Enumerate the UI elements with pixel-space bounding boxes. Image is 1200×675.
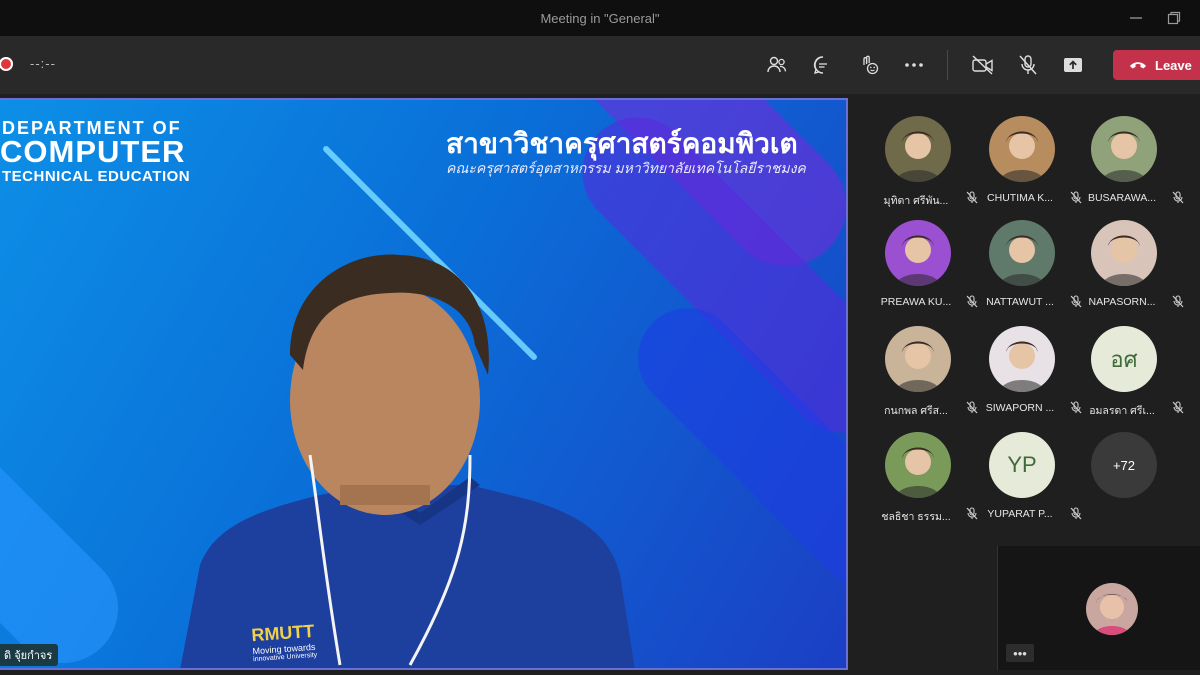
banner-line-3: TECHNICAL EDUCATION xyxy=(2,168,191,185)
participant-avatar xyxy=(989,326,1055,392)
call-toolbar: --:-- Leave xyxy=(0,36,1200,94)
participant-avatar: อศ xyxy=(1091,326,1157,392)
participant-avatar xyxy=(1091,220,1157,286)
camera-off-icon[interactable] xyxy=(971,53,995,77)
participants-icon[interactable] xyxy=(765,53,789,77)
reactions-icon[interactable] xyxy=(857,53,881,77)
participant-name: YUPARAT P... xyxy=(987,508,1053,520)
participant-tile[interactable]: ชลธิชา ธรรม... xyxy=(868,426,978,526)
participant-tile[interactable]: SIWAPORN ... xyxy=(972,320,1082,420)
mic-muted-icon xyxy=(1172,401,1184,414)
share-screen-icon[interactable] xyxy=(1061,53,1085,77)
participant-name: NAPASORN... xyxy=(1088,296,1156,308)
background-stripe xyxy=(0,424,141,668)
participant-tile[interactable]: YP YUPARAT P... xyxy=(972,426,1082,526)
chat-icon[interactable] xyxy=(811,53,835,77)
main-video-stage: DEPARTMENT OF COMPUTER TECHNICAL EDUCATI… xyxy=(0,98,848,670)
call-timer: --:-- xyxy=(30,56,56,71)
participant-name: CHUTIMA K... xyxy=(987,192,1053,204)
participant-tile[interactable]: +72 xyxy=(1074,426,1178,526)
participant-name: ชลธิชา ธรรม... xyxy=(881,511,951,523)
mic-muted-icon xyxy=(1172,191,1184,204)
participant-avatar: YP xyxy=(989,432,1055,498)
participant-tile[interactable]: BUSARAWA... xyxy=(1074,110,1184,210)
participant-name: SIWAPORN ... xyxy=(985,402,1055,414)
participant-name: BUSARAWA... xyxy=(1087,192,1157,204)
more-participants-badge[interactable]: +72 xyxy=(1091,432,1157,498)
mic-off-icon[interactable] xyxy=(1016,53,1040,77)
shirt-logo: RMUTT Moving towards innovative Universi… xyxy=(251,621,318,663)
participant-avatar xyxy=(989,220,1055,286)
self-view-tile[interactable]: ••• xyxy=(997,546,1200,670)
toolbar-divider xyxy=(947,50,948,80)
self-view-more-button[interactable]: ••• xyxy=(1006,644,1034,662)
title-bar: Meeting in "General" xyxy=(0,0,1200,36)
participant-tile[interactable]: อศอมลรดา ศรีเ... xyxy=(1074,320,1184,420)
participant-name: มุทิตา ศรีพัน... xyxy=(883,195,949,207)
banner-thai-subtitle: คณะครุศาสตร์อุตสาหกรรม มหาวิทยาลัยเทคโนโ… xyxy=(446,160,806,176)
banner-line-2: COMPUTER xyxy=(0,134,186,169)
more-options-icon[interactable] xyxy=(902,53,926,77)
participant-tile[interactable]: มุทิตา ศรีพัน... xyxy=(868,110,978,210)
participant-avatar xyxy=(989,116,1055,182)
participant-tile[interactable]: NATTAWUT ... xyxy=(972,214,1082,314)
participant-avatar xyxy=(885,326,951,392)
participant-name: อมลรดา ศรีเ... xyxy=(1089,405,1155,417)
restore-icon[interactable] xyxy=(1164,8,1184,28)
participant-name: กนกพล ศรีส... xyxy=(884,405,948,417)
speaker-figure xyxy=(180,254,635,668)
participant-tile[interactable]: กนกพล ศรีส... xyxy=(868,320,978,420)
participant-avatar xyxy=(885,116,951,182)
participant-name: PREAWA KU... xyxy=(880,296,952,308)
speaker-name-tag: ดิ จุ้ยกำจร xyxy=(0,644,59,666)
mic-muted-icon xyxy=(1172,295,1184,308)
self-avatar xyxy=(1086,583,1138,635)
participant-avatar xyxy=(885,432,951,498)
minimize-icon[interactable] xyxy=(1126,8,1146,28)
recording-indicator-icon xyxy=(0,57,13,71)
participant-tile[interactable]: NAPASORN... xyxy=(1074,214,1184,314)
window-title: Meeting in "General" xyxy=(540,10,660,26)
leave-button[interactable]: Leave xyxy=(1113,50,1200,80)
participant-avatar xyxy=(885,220,951,286)
participant-name: NATTAWUT ... xyxy=(986,296,1054,308)
participant-tile[interactable]: CHUTIMA K... xyxy=(972,110,1082,210)
participant-avatar xyxy=(1091,116,1157,182)
phone-hangup-icon xyxy=(1129,58,1147,73)
leave-label: Leave xyxy=(1155,57,1192,73)
participant-tile[interactable]: PREAWA KU... xyxy=(868,214,978,314)
